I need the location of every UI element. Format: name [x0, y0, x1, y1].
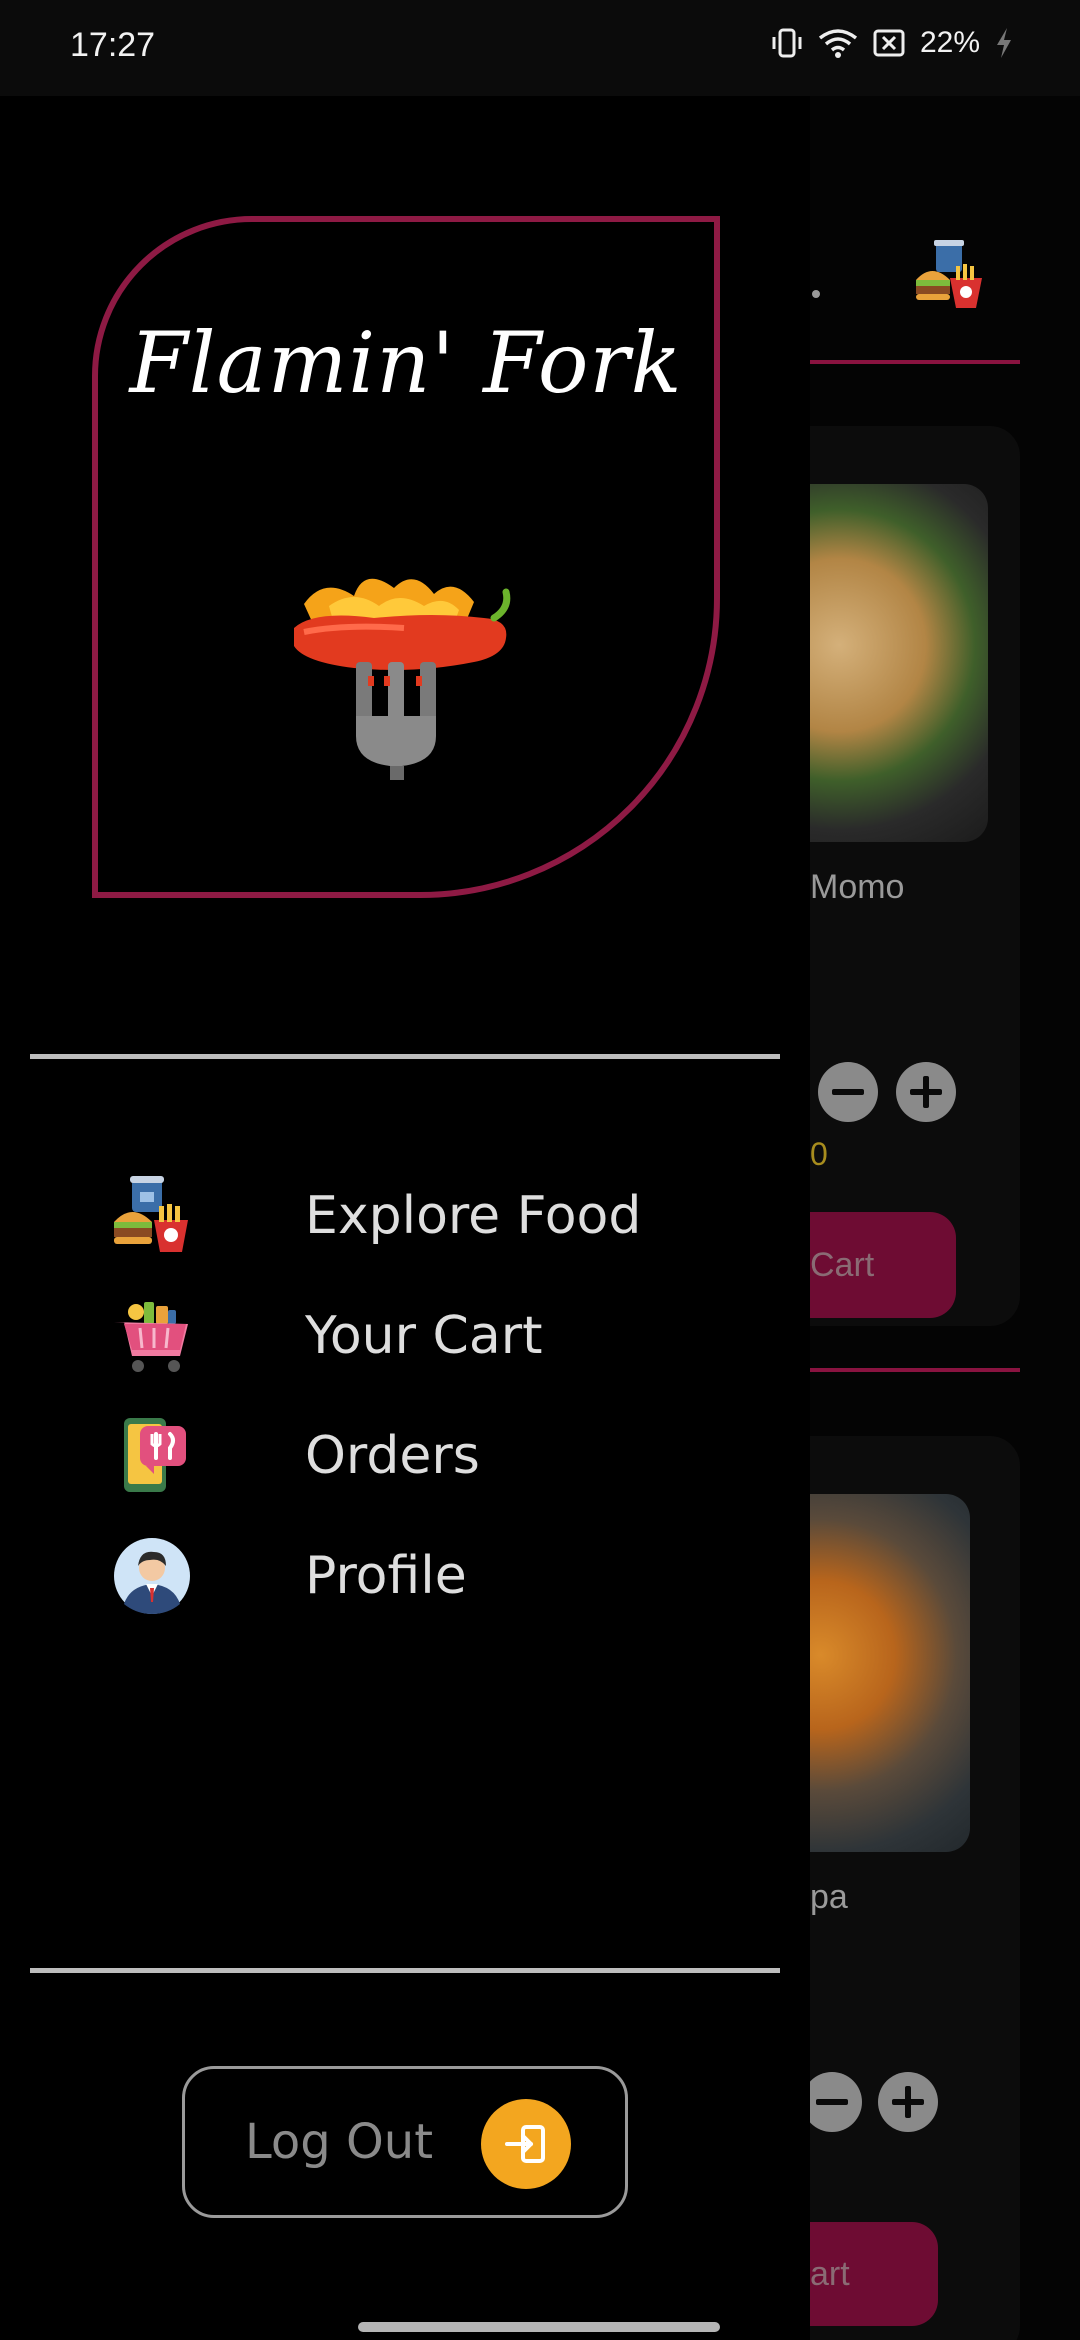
- top-divider: [30, 1054, 780, 1059]
- bg-food-icon: [910, 236, 988, 314]
- no-sim-icon: [872, 26, 906, 60]
- menu-label: Orders: [305, 1426, 480, 1486]
- menu-item-your-cart[interactable]: Your Cart: [0, 1286, 810, 1386]
- menu-item-orders[interactable]: Orders: [0, 1406, 810, 1506]
- status-time: 17:27: [70, 26, 156, 64]
- bg-decrease-button: [802, 2072, 862, 2132]
- bg-add-button-label: art: [810, 2254, 850, 2293]
- bg-divider: [810, 1368, 1020, 1372]
- status-icons: 22%: [770, 26, 1014, 60]
- bg-dot: [812, 290, 820, 298]
- food-combo-icon: [110, 1174, 194, 1258]
- navigation-drawer: Flamin' Fork Explore Food Your Cart Orde…: [0, 96, 810, 2340]
- logout-label: Log Out: [245, 2114, 434, 2170]
- menu-item-profile[interactable]: Profile: [0, 1526, 810, 1626]
- orders-phone-icon: [110, 1414, 194, 1498]
- menu-item-explore-food[interactable]: Explore Food: [0, 1166, 810, 1266]
- bg-divider: [810, 360, 1020, 364]
- shopping-cart-icon: [110, 1294, 194, 1378]
- profile-avatar-icon: [110, 1534, 194, 1618]
- logout-icon: [481, 2099, 571, 2189]
- menu-label: Your Cart: [305, 1306, 543, 1366]
- status-bar: 17:27 22%: [0, 0, 1080, 96]
- menu-label: Explore Food: [305, 1186, 642, 1246]
- charging-icon: [994, 26, 1014, 60]
- bg-add-button-label: Cart: [810, 1245, 875, 1284]
- bg-decrease-button: [818, 1062, 878, 1122]
- bottom-divider: [30, 1968, 780, 1973]
- bg-item-name: Momo: [810, 868, 905, 906]
- flaming-fork-logo-icon: [284, 566, 534, 806]
- bg-price: 0: [810, 1136, 828, 1172]
- wifi-icon: [818, 26, 858, 60]
- battery-percent: 22%: [919, 26, 980, 59]
- vibrate-icon: [770, 26, 804, 60]
- bg-increase-button: [896, 1062, 956, 1122]
- brand-title: Flamin' Fork: [129, 314, 683, 412]
- logout-button[interactable]: Log Out: [182, 2066, 628, 2218]
- gesture-nav-handle[interactable]: [358, 2322, 720, 2332]
- bg-item-name: pa: [810, 1878, 848, 1916]
- menu-label: Profile: [305, 1546, 467, 1606]
- bg-increase-button: [878, 2072, 938, 2132]
